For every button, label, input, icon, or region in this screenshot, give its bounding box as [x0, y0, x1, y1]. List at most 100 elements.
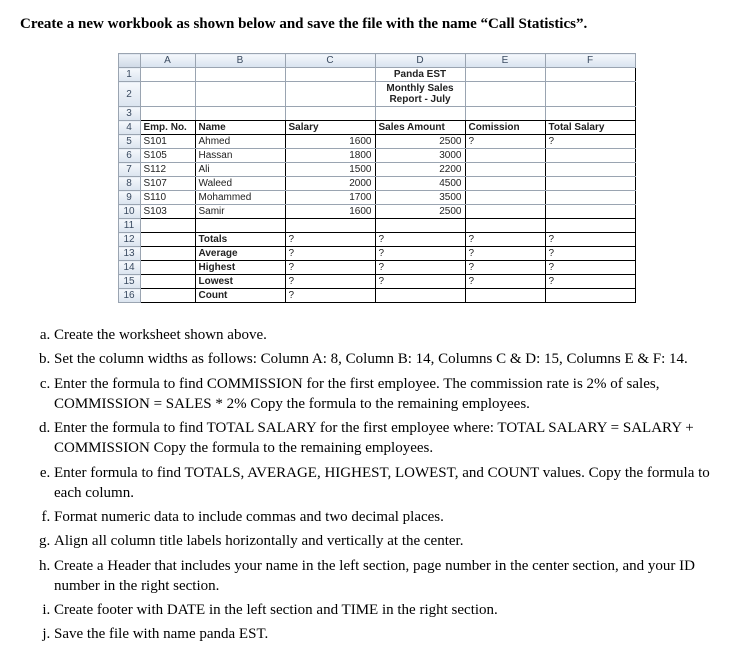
column-header-E: E: [465, 54, 545, 68]
instruction-list: Create the worksheet shown above. Set the…: [20, 325, 733, 645]
column-title: Salary: [285, 121, 375, 135]
cell: [545, 82, 635, 107]
data-cell: 1800: [285, 149, 375, 163]
cell: [285, 219, 375, 233]
cell: [465, 82, 545, 107]
summary-cell: ?: [545, 261, 635, 275]
row-header: 2: [118, 82, 140, 107]
data-cell: 4500: [375, 177, 465, 191]
instruction-item: Save the file with name panda EST.: [54, 624, 733, 644]
summary-cell: ?: [375, 233, 465, 247]
data-cell: 1600: [285, 205, 375, 219]
summary-cell: ?: [375, 261, 465, 275]
cell: [140, 82, 195, 107]
data-cell: 2200: [375, 163, 465, 177]
data-cell: Samir: [195, 205, 285, 219]
summary-cell: [140, 275, 195, 289]
data-cell: 1500: [285, 163, 375, 177]
summary-cell: [140, 261, 195, 275]
summary-cell: ?: [545, 233, 635, 247]
row-header: 11: [118, 219, 140, 233]
row-header: 10: [118, 205, 140, 219]
data-cell: 2500: [375, 205, 465, 219]
instruction-item: Create footer with DATE in the left sect…: [54, 600, 733, 620]
summary-cell: ?: [285, 275, 375, 289]
data-cell: ?: [545, 135, 635, 149]
data-cell: S101: [140, 135, 195, 149]
instruction-item: Align all column title labels horizontal…: [54, 531, 733, 551]
summary-cell: ?: [285, 261, 375, 275]
summary-cell: ?: [375, 275, 465, 289]
column-header-B: B: [195, 54, 285, 68]
title-panda-est: Panda EST: [375, 68, 465, 82]
data-cell: Ali: [195, 163, 285, 177]
column-title: Total Salary: [545, 121, 635, 135]
data-cell: 1700: [285, 191, 375, 205]
cell: [140, 219, 195, 233]
data-cell: 1600: [285, 135, 375, 149]
cell: [195, 219, 285, 233]
summary-label: Highest: [195, 261, 285, 275]
row-header: 13: [118, 247, 140, 261]
cell: [285, 82, 375, 107]
column-header-A: A: [140, 54, 195, 68]
row-header: 1: [118, 68, 140, 82]
data-cell: Hassan: [195, 149, 285, 163]
data-cell: S105: [140, 149, 195, 163]
data-cell: S107: [140, 177, 195, 191]
data-cell: 2000: [285, 177, 375, 191]
data-cell: [545, 149, 635, 163]
summary-cell: ?: [465, 233, 545, 247]
data-cell: ?: [465, 135, 545, 149]
summary-label: Totals: [195, 233, 285, 247]
row-header: 5: [118, 135, 140, 149]
column-title: Name: [195, 121, 285, 135]
data-cell: 3500: [375, 191, 465, 205]
cell: [545, 107, 635, 121]
row-header: 12: [118, 233, 140, 247]
instruction-item: Create a Header that includes your name …: [54, 556, 733, 597]
cell: [140, 107, 195, 121]
data-cell: Mohammed: [195, 191, 285, 205]
cell: [545, 219, 635, 233]
data-cell: Waleed: [195, 177, 285, 191]
instruction-item: Enter the formula to find TOTAL SALARY f…: [54, 418, 733, 459]
summary-cell: [140, 289, 195, 303]
summary-label: Count: [195, 289, 285, 303]
data-cell: S112: [140, 163, 195, 177]
summary-cell: [545, 289, 635, 303]
row-header: 6: [118, 149, 140, 163]
summary-cell: ?: [285, 289, 375, 303]
data-cell: [545, 177, 635, 191]
summary-cell: ?: [375, 247, 465, 261]
cell: [195, 82, 285, 107]
spreadsheet: ABCDEF1Panda EST2Monthly Sales Report - …: [20, 53, 733, 303]
cell: [465, 107, 545, 121]
cell: [195, 107, 285, 121]
data-cell: S103: [140, 205, 195, 219]
row-header: 8: [118, 177, 140, 191]
summary-cell: ?: [285, 233, 375, 247]
data-cell: [465, 163, 545, 177]
row-header: 3: [118, 107, 140, 121]
summary-cell: ?: [545, 247, 635, 261]
data-cell: [465, 191, 545, 205]
data-cell: [465, 149, 545, 163]
summary-label: Average: [195, 247, 285, 261]
instruction-item: Create the worksheet shown above.: [54, 325, 733, 345]
row-header: 14: [118, 261, 140, 275]
instruction-item: Set the column widths as follows: Column…: [54, 349, 733, 369]
summary-cell: [465, 289, 545, 303]
column-header-F: F: [545, 54, 635, 68]
row-header: 16: [118, 289, 140, 303]
data-cell: [545, 191, 635, 205]
data-cell: Ahmed: [195, 135, 285, 149]
column-title: Comission: [465, 121, 545, 135]
summary-cell: ?: [285, 247, 375, 261]
column-title: Sales Amount: [375, 121, 465, 135]
column-header-D: D: [375, 54, 465, 68]
cell: [285, 68, 375, 82]
row-header: 9: [118, 191, 140, 205]
data-cell: 3000: [375, 149, 465, 163]
data-cell: 2500: [375, 135, 465, 149]
